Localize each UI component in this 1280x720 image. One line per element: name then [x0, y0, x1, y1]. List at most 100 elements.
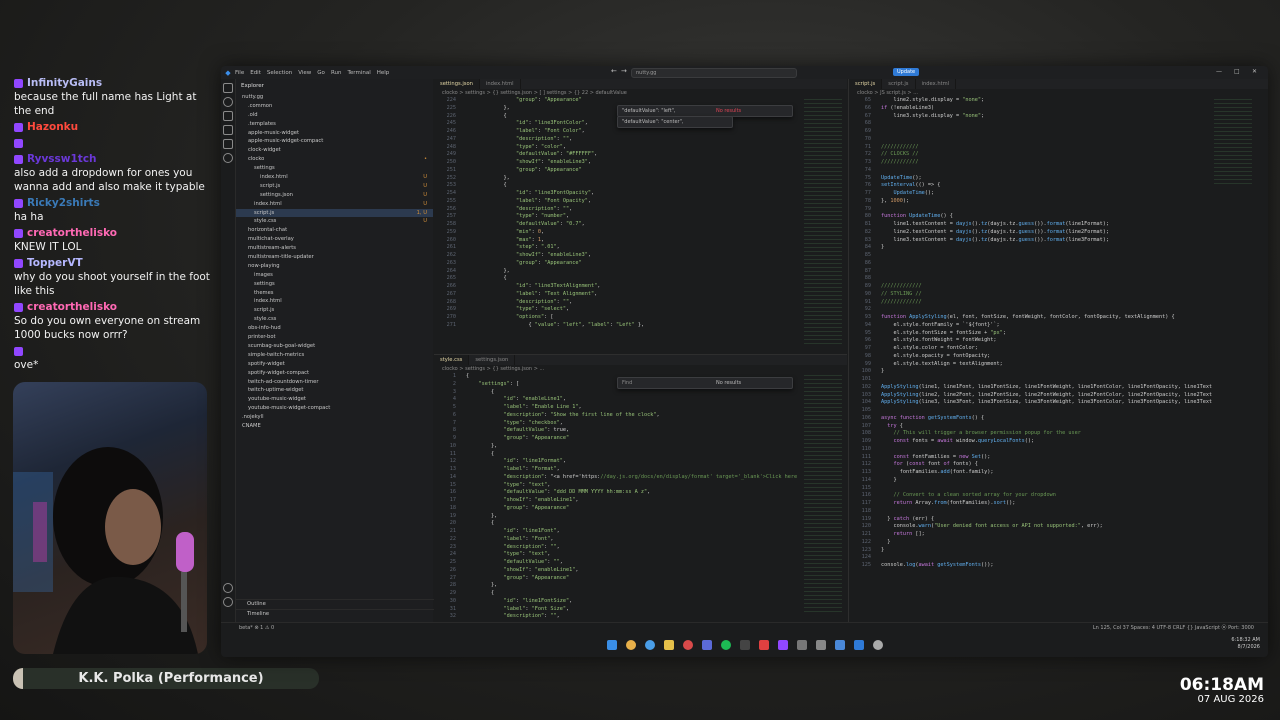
code-line[interactable]: 65 line2.style.display = "none"; [849, 97, 1268, 105]
code-line[interactable]: 14 "description": "<a href='https://day.… [434, 474, 847, 482]
code-line[interactable]: 258 "defaultValue": "0.7", [434, 221, 847, 229]
code-line[interactable]: 89 ///////////// [849, 283, 1268, 291]
code-line[interactable]: 251 "group": "Appearance" [434, 167, 847, 175]
discord-icon[interactable] [701, 640, 712, 650]
code-line[interactable]: 12 "id": "line1Format", [434, 458, 847, 466]
code-line[interactable]: 26 "showIf": "enableLine1", [434, 567, 847, 575]
code-line[interactable]: 11 { [434, 451, 847, 459]
code-line[interactable]: 250 "showIf": "enableLine3", [434, 159, 847, 167]
code-line[interactable]: 73 //////////// [849, 159, 1268, 167]
code-line[interactable]: 4 "id": "enableLine1", [434, 396, 847, 404]
code-line[interactable]: 90 // STYLING // [849, 291, 1268, 299]
code-line[interactable]: 93 function ApplyStyling(el, font, fontSi… [849, 314, 1268, 322]
code-line[interactable]: 254 "id": "line3FontOpacity", [434, 190, 847, 198]
code-line[interactable]: 70 [849, 136, 1268, 144]
code-line[interactable]: 224 "group": "Appearance" [434, 97, 847, 105]
code-line[interactable]: 13 "label": "Format", [434, 466, 847, 474]
file-tree-item[interactable]: settings [236, 280, 433, 289]
code-line[interactable]: 104 ApplyStyling(line3, line3Font, line3F… [849, 399, 1268, 407]
code-line[interactable]: 256 "description": "", [434, 206, 847, 214]
file-tree-item[interactable]: multistream-title-updater [236, 253, 433, 262]
code-line[interactable]: 92 [849, 306, 1268, 314]
file-tree-item[interactable]: themes [236, 289, 433, 298]
browser-icon[interactable] [644, 640, 655, 650]
editor-tab[interactable]: script.js [849, 79, 883, 89]
code-line[interactable]: 123} [849, 547, 1268, 555]
code-line[interactable]: 100} [849, 368, 1268, 376]
minimap[interactable] [804, 373, 842, 613]
replace-widget[interactable]: "defaultValue": "center", [617, 116, 733, 128]
file-tree-item[interactable]: .common [236, 102, 433, 111]
menu-item-terminal[interactable]: Terminal [347, 70, 370, 76]
code-line[interactable]: 5 "label": "Enable Line 1", [434, 404, 847, 412]
file-tree-item[interactable]: settings [236, 164, 433, 173]
explorer-icon[interactable] [223, 83, 233, 93]
tray-date[interactable]: 8/7/2026 [1231, 644, 1260, 651]
code-line[interactable]: 108 // This will trigger a browser permi… [849, 430, 1268, 438]
code-line[interactable]: 19 }, [434, 513, 847, 521]
file-tree-item[interactable]: apple-music-widget [236, 129, 433, 138]
file-tree-item[interactable]: nutty.gg [236, 93, 433, 102]
spotify-icon[interactable] [720, 640, 731, 650]
file-tree-item[interactable]: script.js [236, 306, 433, 315]
file-tree-item[interactable]: spotify-widget-compact [236, 369, 433, 378]
code-line[interactable]: 268 "description": "", [434, 299, 847, 307]
editor-tab[interactable]: script.js [882, 79, 916, 89]
code-line[interactable]: 24 "type": "text", [434, 551, 847, 559]
file-tree-item[interactable]: settings.json U [236, 191, 433, 200]
file-tree-item[interactable]: index.html U [236, 173, 433, 182]
outline-section[interactable]: Outline [236, 599, 444, 609]
code-line[interactable]: 103 ApplyStyling(line2, line2Font, line2F… [849, 392, 1268, 400]
code-line[interactable]: 25 "defaultValue": "", [434, 559, 847, 567]
code-line[interactable]: 32 "description": "", [434, 613, 847, 621]
code-line[interactable]: 95 el.style.fontSize = fontSize + "px"; [849, 330, 1268, 338]
replace-input[interactable]: "defaultValue": "center", [622, 119, 683, 125]
code-line[interactable]: 94 el.style.fontFamily = `'${font}'`; [849, 322, 1268, 330]
menu-item-edit[interactable]: Edit [250, 70, 261, 76]
editor-tab[interactable]: settings.json [434, 79, 480, 89]
status-left[interactable]: beta* ⊗ 1 ⚠ 0 [221, 625, 274, 631]
code-line[interactable]: 21 "id": "line1Font", [434, 528, 847, 536]
code-line[interactable]: 120 console.warn("User denied font acces… [849, 523, 1268, 531]
code-line[interactable]: 75 UpdateTime(); [849, 175, 1268, 183]
file-tree-item[interactable]: script.js U [236, 182, 433, 191]
file-tree-item[interactable]: printer-bot [236, 333, 433, 342]
file-tree-item[interactable]: index.html U [236, 200, 433, 209]
code-line[interactable]: 249 "defaultValue": "#FFFFFF", [434, 151, 847, 159]
menu-item-file[interactable]: File [235, 70, 244, 76]
code-line[interactable]: 267 "label": "Text Alignment", [434, 291, 847, 299]
command-search-input[interactable]: nutty.gg [631, 68, 797, 78]
code-line[interactable]: 69 [849, 128, 1268, 136]
file-tree-item[interactable]: .templates [236, 120, 433, 129]
code-line[interactable]: 117 return Array.from(fontFamilies).sort… [849, 500, 1268, 508]
file-tree-item[interactable]: index.html [236, 297, 433, 306]
file-tree-item[interactable]: style.css [236, 315, 433, 324]
code-line[interactable]: 15 "type": "text", [434, 482, 847, 490]
code-line[interactable]: 84} [849, 244, 1268, 252]
find-widget[interactable]: Find No results [617, 377, 793, 389]
code-line[interactable]: 20 { [434, 520, 847, 528]
vscode-icon[interactable] [853, 640, 864, 650]
maximize-icon[interactable]: □ [1234, 68, 1240, 75]
code-line[interactable]: 31 "label": "Font Size", [434, 606, 847, 614]
code-line[interactable]: 264 }, [434, 268, 847, 276]
media-icon[interactable] [758, 640, 769, 650]
code-line[interactable]: 101 [849, 376, 1268, 384]
code-area[interactable]: 224 "group": "Appearance" 225 }, 226 {245 … [434, 97, 847, 330]
tool-icon[interactable] [815, 640, 826, 650]
back-arrow-icon[interactable]: ← [611, 67, 617, 75]
twitch-icon[interactable] [777, 640, 788, 650]
code-line[interactable]: 102 ApplyStyling(line1, line1Font, line1F… [849, 384, 1268, 392]
code-line[interactable]: 6 "description": "Show the first line of… [434, 412, 847, 420]
file-tree-item[interactable]: youtube-music-widget-compact [236, 404, 433, 413]
chrome-icon[interactable] [625, 640, 636, 650]
code-line[interactable]: 122 } [849, 539, 1268, 547]
code-line[interactable]: 121 return []; [849, 531, 1268, 539]
file-tree-item[interactable]: .old [236, 111, 433, 120]
code-line[interactable]: 7 "type": "checkbox", [434, 420, 847, 428]
code-line[interactable]: 28 }, [434, 582, 847, 590]
code-line[interactable]: 266 "id": "line3TextAlignment", [434, 283, 847, 291]
code-line[interactable]: 119 } catch (err) { [849, 516, 1268, 524]
file-tree-item[interactable]: scumbag-sub-goal-widget [236, 342, 433, 351]
code-line[interactable]: 71 //////////// [849, 144, 1268, 152]
